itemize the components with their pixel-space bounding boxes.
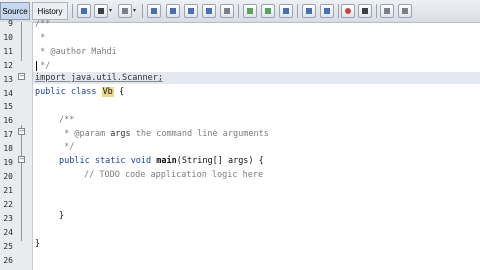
- line-number: 22: [3, 200, 13, 209]
- code-line-17[interactable]: * @param args the command line arguments: [59, 129, 269, 139]
- toolbar-separator: [376, 4, 377, 18]
- javadoc-text: the command line arguments: [130, 129, 269, 139]
- method-signature: (String[] args) {: [176, 156, 264, 166]
- method-name: main: [156, 156, 177, 166]
- line-number: 9: [8, 19, 13, 28]
- code-line-14[interactable]: public class Vb {: [35, 87, 124, 97]
- text-caret: [36, 61, 37, 71]
- class-name: Vb: [101, 87, 114, 97]
- line-number: 20: [3, 172, 13, 181]
- toolbar-separator: [142, 4, 143, 18]
- shift-right-icon[interactable]: [320, 4, 334, 18]
- line-number: 14: [3, 89, 13, 98]
- line-number: 26: [3, 256, 13, 265]
- forward-dropdown-icon[interactable]: ▾: [133, 4, 139, 18]
- last-edit-icon[interactable]: [77, 4, 91, 18]
- find-next-icon[interactable]: [184, 4, 198, 18]
- toggle-rectangular-selection-icon[interactable]: [220, 4, 234, 18]
- toggle-bookmark-icon[interactable]: [279, 4, 293, 18]
- forward-icon[interactable]: [118, 4, 132, 18]
- toolbar-separator: [297, 4, 298, 18]
- tab-history[interactable]: History: [32, 2, 68, 20]
- code-line-10[interactable]: *: [35, 33, 45, 43]
- toolbar-separator: [238, 4, 239, 18]
- line-number: 16: [3, 116, 13, 125]
- import-statement: import java.util.Scanner;: [35, 73, 163, 83]
- code-line-20[interactable]: // TODO code application logic here: [84, 170, 263, 180]
- keyword: static: [94, 156, 126, 166]
- back-icon[interactable]: [94, 4, 108, 18]
- back-dropdown-icon[interactable]: ▾: [109, 4, 115, 18]
- toolbar-separator: [338, 4, 339, 18]
- code-line-16[interactable]: /**: [59, 115, 74, 125]
- line-number: 24: [3, 228, 13, 237]
- line-number: 12: [3, 61, 13, 70]
- previous-bookmark-icon[interactable]: [243, 4, 257, 18]
- javadoc-tag: * @param: [59, 129, 111, 139]
- stop-macro-recording-icon[interactable]: [358, 4, 372, 18]
- line-number: 19: [3, 158, 13, 167]
- toggle-highlight-icon[interactable]: [202, 4, 216, 18]
- fold-collapse-icon[interactable]: −: [18, 156, 25, 163]
- uncomment-icon[interactable]: [398, 4, 412, 18]
- line-number: 25: [3, 242, 13, 251]
- line-number: 10: [3, 33, 13, 42]
- shift-left-icon[interactable]: [302, 4, 316, 18]
- code-line-11[interactable]: * @author Mahdi: [35, 47, 117, 57]
- keyword: class: [70, 87, 97, 97]
- code-line-12[interactable]: */: [35, 61, 50, 71]
- line-number: 17: [3, 130, 13, 139]
- comment-icon[interactable]: [380, 4, 394, 18]
- line-number: 15: [3, 102, 13, 111]
- fold-collapse-icon[interactable]: −: [18, 73, 25, 80]
- code-line-18[interactable]: */: [59, 142, 74, 152]
- keyword: public: [59, 156, 90, 166]
- find-previous-icon[interactable]: [166, 4, 180, 18]
- javadoc-param-name: args: [110, 129, 131, 139]
- code-line-23[interactable]: }: [59, 211, 64, 221]
- brace: {: [118, 87, 125, 97]
- fold-guide-line: [21, 125, 22, 241]
- line-number: 21: [3, 186, 13, 195]
- keyword: public: [35, 87, 66, 97]
- tab-source[interactable]: Source: [0, 2, 30, 20]
- editor-toolbar: Source History ▾ ▾: [0, 0, 480, 23]
- toolbar-separator: [72, 4, 73, 18]
- code-line-13[interactable]: import java.util.Scanner;: [35, 73, 163, 83]
- keyword: void: [130, 156, 152, 166]
- line-number: 11: [3, 47, 13, 56]
- next-bookmark-icon[interactable]: [261, 4, 275, 18]
- line-number: 23: [3, 214, 13, 223]
- start-macro-recording-icon[interactable]: [341, 4, 355, 18]
- line-number-gutter: 9 10 11 12 13 14 15 16 17 18 19 20 21 22…: [0, 19, 33, 270]
- code-line-19[interactable]: public static void main(String[] args) {: [59, 156, 264, 166]
- find-selection-icon[interactable]: [147, 4, 161, 18]
- fold-guide-line: [21, 22, 22, 61]
- line-number: 18: [3, 144, 13, 153]
- line-number: 13: [3, 75, 13, 84]
- code-line-9[interactable]: /**: [35, 19, 50, 29]
- code-line-26[interactable]: }: [35, 239, 40, 249]
- fold-collapse-icon[interactable]: −: [18, 128, 25, 135]
